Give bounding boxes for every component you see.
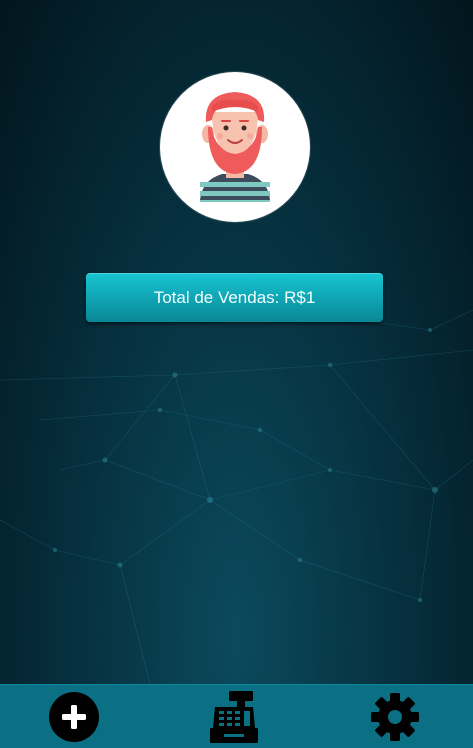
total-sales-label: Total de Vendas: R$1	[153, 287, 316, 307]
bearded-man-avatar-icon	[200, 92, 270, 202]
settings-button[interactable]	[367, 689, 423, 745]
app-screen: Total de Vendas: R$1	[0, 0, 473, 748]
add-button[interactable]	[46, 689, 102, 745]
plus-circle-icon	[49, 692, 99, 742]
cash-register-button[interactable]	[206, 689, 262, 745]
bottom-nav-bar	[0, 684, 473, 748]
gear-icon	[371, 693, 419, 741]
cash-register-icon	[210, 691, 258, 743]
total-sales-button[interactable]: Total de Vendas: R$1	[86, 273, 383, 322]
avatar[interactable]	[160, 72, 310, 222]
